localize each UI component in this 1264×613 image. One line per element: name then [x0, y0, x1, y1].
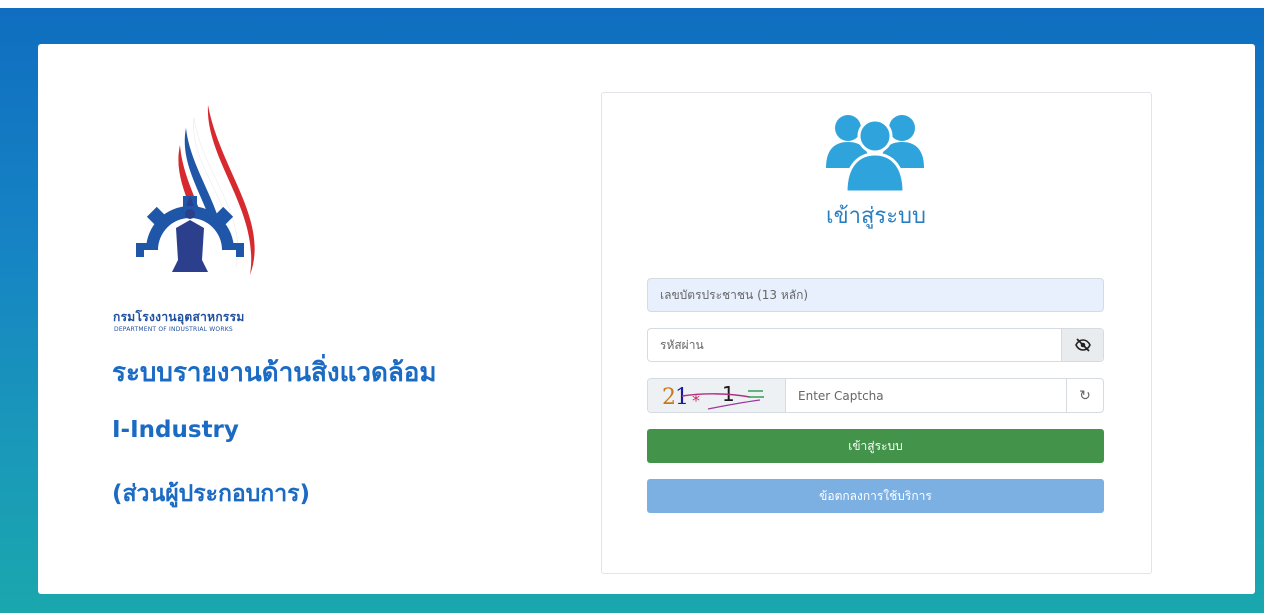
refresh-icon: ↻ [1079, 387, 1091, 404]
department-thai-name: กรมโรงงานอุตสาหกรรม [113, 310, 245, 324]
users-icon [826, 115, 924, 192]
top-border [0, 0, 1264, 8]
captcha-row: 2 1 * 1 ↻ [647, 378, 1104, 413]
system-name: I-Industry [112, 417, 239, 443]
department-english-name: DEPARTMENT OF INDUSTRIAL WORKS [114, 326, 233, 333]
terms-of-service-button[interactable]: ข้อตกลงการใช้บริการ [647, 479, 1104, 513]
citizen-id-field [647, 278, 1104, 312]
system-subtitle: (ส่วนผู้ประกอบการ) [112, 481, 311, 507]
captcha-input[interactable] [786, 379, 1068, 412]
toggle-password-button[interactable] [1061, 329, 1103, 361]
svg-text:1: 1 [675, 385, 689, 410]
login-button[interactable]: เข้าสู่ระบบ [647, 429, 1104, 463]
password-field [647, 328, 1104, 362]
citizen-id-input[interactable] [648, 279, 1103, 311]
svg-text:2: 2 [662, 385, 676, 410]
refresh-captcha-button[interactable]: ↻ [1066, 379, 1103, 412]
password-input[interactable] [648, 329, 1063, 361]
captcha-image: 2 1 * 1 [648, 379, 786, 412]
login-heading: เข้าสู่ระบบ [826, 204, 926, 229]
system-title: ระบบรายงานด้านสิ่งแวดล้อม [112, 358, 437, 388]
eye-slash-icon [1074, 338, 1091, 352]
diw-logo [136, 105, 255, 310]
